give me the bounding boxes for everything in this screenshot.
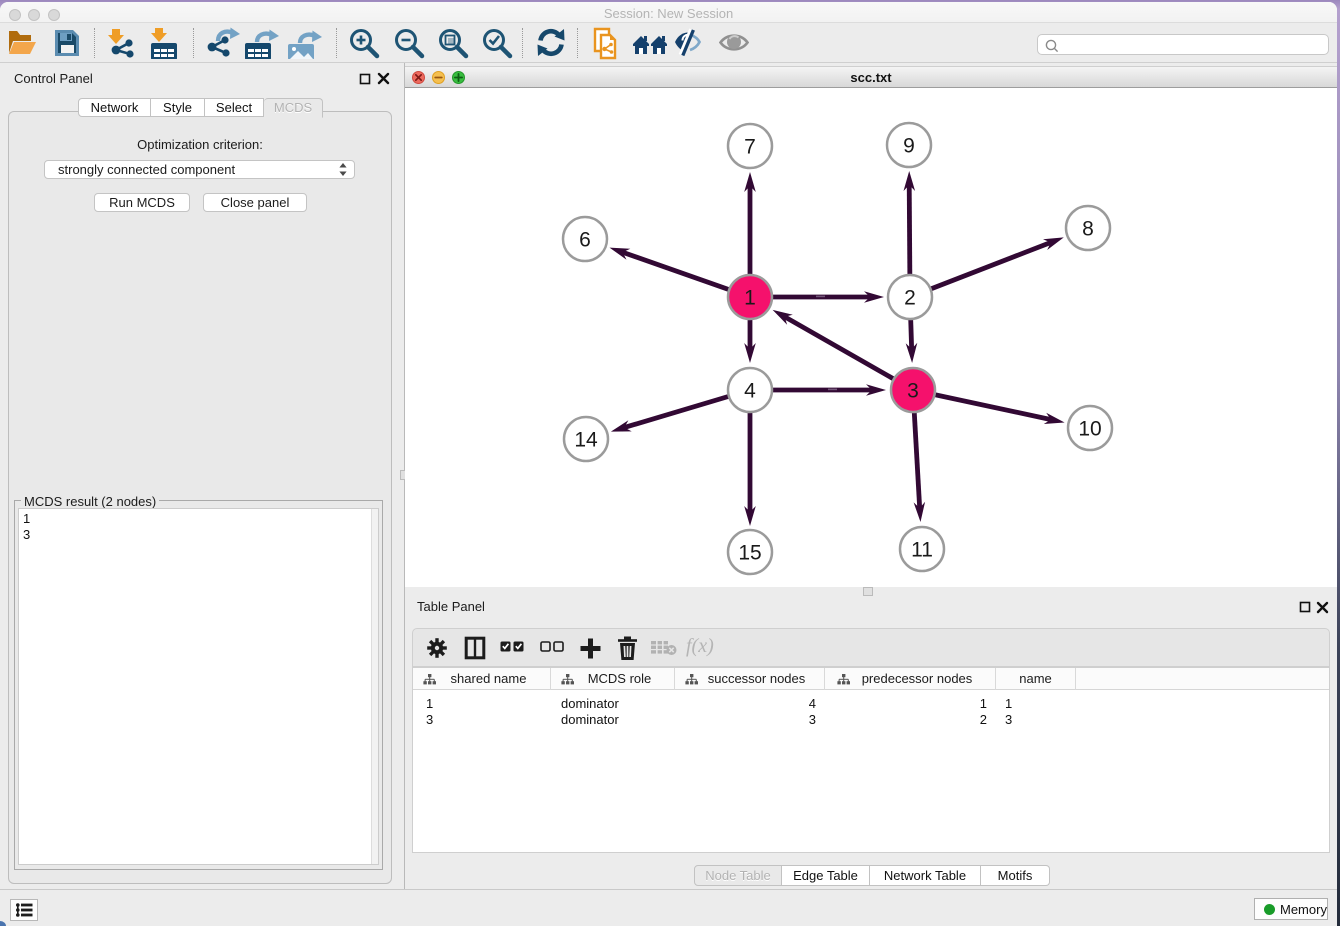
svg-text:1: 1 [744, 287, 756, 310]
svg-text:3: 3 [907, 380, 919, 403]
svg-text:7: 7 [744, 136, 756, 159]
svg-text:4: 4 [744, 380, 756, 403]
svg-text:14: 14 [574, 429, 598, 452]
svg-text:11: 11 [911, 539, 933, 562]
svg-text:6: 6 [579, 229, 591, 252]
svg-text:9: 9 [903, 135, 915, 158]
svg-text:15: 15 [738, 542, 761, 565]
svg-text:8: 8 [1082, 218, 1094, 241]
svg-text:2: 2 [904, 287, 916, 310]
svg-text:10: 10 [1078, 418, 1101, 441]
